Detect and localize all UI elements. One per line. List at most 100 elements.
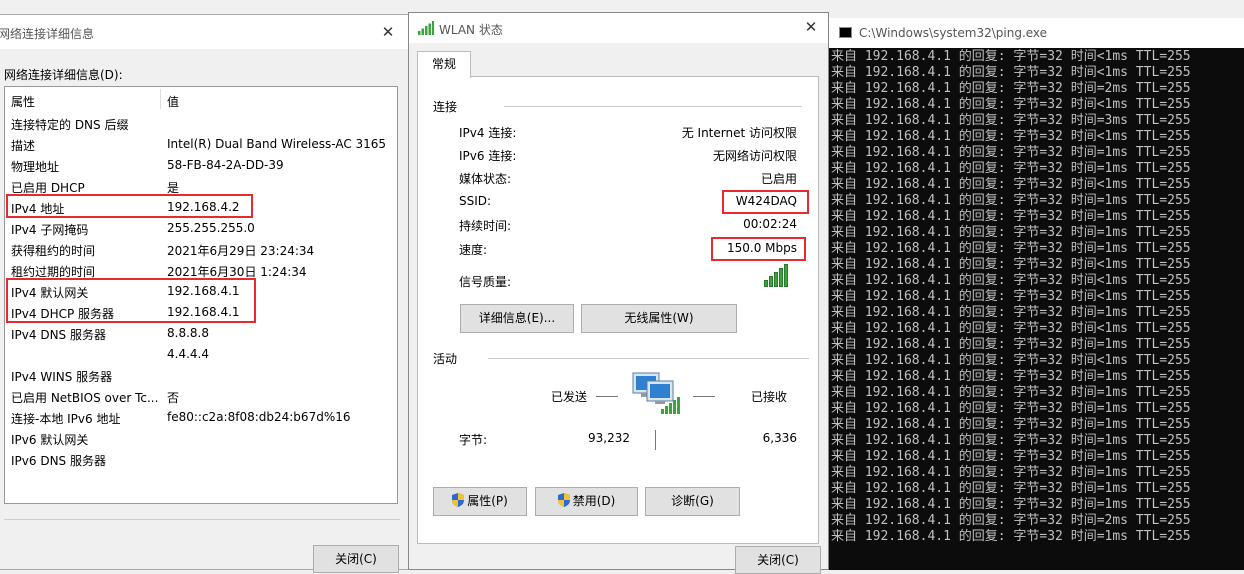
row-property: 获得租约的时间 [11, 244, 96, 258]
ipv6-connectivity-value: 无网络访问权限 [712, 149, 797, 163]
diagnose-button[interactable]: 诊断(G) [645, 487, 740, 516]
list-row[interactable]: 连接特定的 DNS 后缀 [5, 112, 397, 133]
list-row[interactable]: IPv6 DNS 服务器 [5, 448, 397, 469]
console-line: 来自 192.168.4.1 的回复: 字节=32 时间=1ms TTL=255 [831, 337, 1191, 352]
column-separator[interactable] [160, 89, 161, 109]
row-value: 58-FB-84-2A-DD-39 [167, 158, 284, 172]
wlan-status-dialog: WLAN 状态 ✕ 常规 连接 IPv4 连接: 无 Internet 访问权限… [408, 12, 829, 574]
details-caption: 网络连接详细信息(D): [4, 68, 123, 82]
console-output[interactable]: 来自 192.168.4.1 的回复: 字节=32 时间<1ms TTL=255… [831, 49, 1244, 570]
list-row[interactable]: 获得租约的时间 2021年6月29日 23:24:34 [5, 238, 397, 259]
row-value: fe80::c2a:8f08:db24:b67d%16 [167, 410, 351, 424]
console-line: 来自 192.168.4.1 的回复: 字节=32 时间=1ms TTL=255 [831, 161, 1191, 176]
console-icon [839, 27, 852, 38]
received-label: 已接收 [751, 390, 788, 404]
list-row[interactable]: IPv6 默认网关 [5, 427, 397, 448]
list-row[interactable]: 4.4.4.4 [5, 343, 397, 364]
details-button[interactable]: 详细信息(E)... [460, 304, 574, 333]
console-line: 来自 192.168.4.1 的回复: 字节=32 时间=1ms TTL=255 [831, 401, 1191, 416]
list-row[interactable]: 已启用 DHCP 是 [5, 175, 397, 196]
column-header-property[interactable]: 属性 [11, 93, 35, 110]
ping-console-window: C:\Windows\system32\ping.exe 来自 192.168.… [829, 18, 1244, 570]
details-list[interactable]: 属性 值 连接特定的 DNS 后缀 描述 Intel(R) Dual Band W… [4, 86, 398, 504]
console-line: 来自 192.168.4.1 的回复: 字节=32 时间<1ms TTL=255 [831, 129, 1191, 144]
connection-group-label: 连接 [433, 100, 458, 114]
wireless-properties-button[interactable]: 无线属性(W) [581, 304, 737, 333]
row-value: 否 [167, 391, 180, 405]
console-line: 来自 192.168.4.1 的回复: 字节=32 时间=1ms TTL=255 [831, 225, 1191, 240]
console-line: 来自 192.168.4.1 的回复: 字节=32 时间=1ms TTL=255 [831, 417, 1191, 432]
console-line: 来自 192.168.4.1 的回复: 字节=32 时间<1ms TTL=255 [831, 289, 1191, 304]
row-property: IPv4 子网掩码 [11, 223, 89, 237]
group-divider [488, 358, 809, 359]
media-state-label: 媒体状态: [459, 172, 512, 186]
bytes-label: 字节: [459, 433, 488, 447]
ipv6-connectivity-label: IPv6 连接: [459, 149, 517, 163]
tab-general[interactable]: 常规 [417, 51, 471, 78]
list-row[interactable]: 描述 Intel(R) Dual Band Wireless-AC 3165 [5, 133, 397, 154]
console-line: 来自 192.168.4.1 的回复: 字节=32 时间=2ms TTL=255 [831, 81, 1191, 96]
general-tab-page: 连接 IPv4 连接: 无 Internet 访问权限 IPv6 连接: 无网络… [417, 76, 819, 544]
list-row[interactable]: IPv4 子网掩码 255.255.255.0 [5, 217, 397, 238]
properties-button[interactable]: 属性(P) [433, 487, 527, 516]
row-property: 连接特定的 DNS 后缀 [11, 118, 129, 132]
console-line: 来自 192.168.4.1 的回复: 字节=32 时间<1ms TTL=255 [831, 97, 1191, 112]
console-line: 来自 192.168.4.1 的回复: 字节=32 时间<1ms TTL=255 [831, 257, 1191, 272]
signal-quality-icon [764, 263, 788, 287]
console-line: 来自 192.168.4.1 的回复: 字节=32 时间=1ms TTL=255 [831, 209, 1191, 224]
list-row[interactable]: 租约过期的时间 2021年6月30日 1:24:34 [5, 259, 397, 280]
close-icon[interactable]: ✕ [373, 21, 403, 43]
list-row[interactable]: IPv4 WINS 服务器 [5, 364, 397, 385]
duration-value: 00:02:24 [743, 217, 797, 231]
highlight-ssid [722, 190, 809, 214]
console-line: 来自 192.168.4.1 的回复: 字节=32 时间=1ms TTL=255 [831, 193, 1191, 208]
highlight-speed [711, 237, 806, 261]
console-line: 来自 192.168.4.1 的回复: 字节=32 时间=1ms TTL=255 [831, 529, 1191, 544]
media-state-value: 已启用 [760, 172, 797, 186]
ssid-label: SSID: [459, 194, 492, 208]
title-bar: C:\Windows\system32\ping.exe [829, 18, 1244, 48]
bytes-divider [655, 430, 656, 450]
row-property: 描述 [11, 139, 36, 153]
row-value: 255.255.255.0 [167, 221, 255, 235]
dialog-title: 网络连接详细信息 [0, 27, 95, 41]
wifi-signal-icon [418, 21, 434, 38]
ipv4-connectivity-label: IPv4 连接: [459, 126, 517, 140]
footer-divider [4, 519, 400, 520]
network-computers-icon [631, 369, 681, 418]
disable-button[interactable]: 禁用(D) [535, 487, 638, 516]
close-icon[interactable]: ✕ [796, 16, 826, 38]
title-bar: 网络连接详细信息 ✕ [0, 15, 409, 49]
console-line: 来自 192.168.4.1 的回复: 字节=32 时间=1ms TTL=255 [831, 145, 1191, 160]
list-row[interactable]: 连接-本地 IPv6 地址 fe80::c2a:8f08:db24:b67d%16 [5, 406, 397, 427]
list-header: 属性 值 [5, 87, 397, 112]
close-button[interactable]: 关闭(C) [313, 545, 399, 573]
console-title: C:\Windows\system32\ping.exe [859, 26, 1048, 40]
console-line: 来自 192.168.4.1 的回复: 字节=32 时间=1ms TTL=255 [831, 385, 1191, 400]
console-line: 来自 192.168.4.1 的回复: 字节=32 时间<1ms TTL=255 [831, 177, 1191, 192]
console-line: 来自 192.168.4.1 的回复: 字节=32 时间<1ms TTL=255 [831, 49, 1191, 64]
console-line: 来自 192.168.4.1 的回复: 字节=32 时间=1ms TTL=255 [831, 241, 1191, 256]
console-line: 来自 192.168.4.1 的回复: 字节=32 时间=1ms TTL=255 [831, 481, 1191, 496]
uac-shield-icon [452, 493, 465, 507]
disable-button-label: 禁用(D) [572, 494, 616, 508]
list-row[interactable]: 物理地址 58-FB-84-2A-DD-39 [5, 154, 397, 175]
dialog-title: WLAN 状态 [439, 23, 503, 37]
list-row[interactable]: IPv4 DNS 服务器 8.8.8.8 [5, 322, 397, 343]
row-value: 2021年6月29日 23:24:34 [167, 244, 315, 258]
console-line: 来自 192.168.4.1 的回复: 字节=32 时间=2ms TTL=255 [831, 513, 1191, 528]
row-property: 物理地址 [11, 160, 60, 174]
row-property: IPv6 DNS 服务器 [11, 454, 106, 468]
list-row[interactable]: 已启用 NetBIOS over Tc... 否 [5, 385, 397, 406]
console-line: 来自 192.168.4.1 的回复: 字节=32 时间=1ms TTL=255 [831, 369, 1191, 384]
uac-shield-icon [557, 493, 570, 507]
activity-group-label: 活动 [433, 352, 458, 366]
ipv4-connectivity-value: 无 Internet 访问权限 [681, 126, 797, 140]
speed-label: 速度: [459, 243, 488, 257]
console-line: 来自 192.168.4.1 的回复: 字节=32 时间=1ms TTL=255 [831, 433, 1191, 448]
console-line: 来自 192.168.4.1 的回复: 字节=32 时间<1ms TTL=255 [831, 273, 1191, 288]
group-divider [504, 106, 802, 107]
console-line: 来自 192.168.4.1 的回复: 字节=32 时间=1ms TTL=255 [831, 465, 1191, 480]
signal-quality-label: 信号质量: [459, 275, 512, 289]
column-header-value[interactable]: 值 [167, 93, 179, 110]
